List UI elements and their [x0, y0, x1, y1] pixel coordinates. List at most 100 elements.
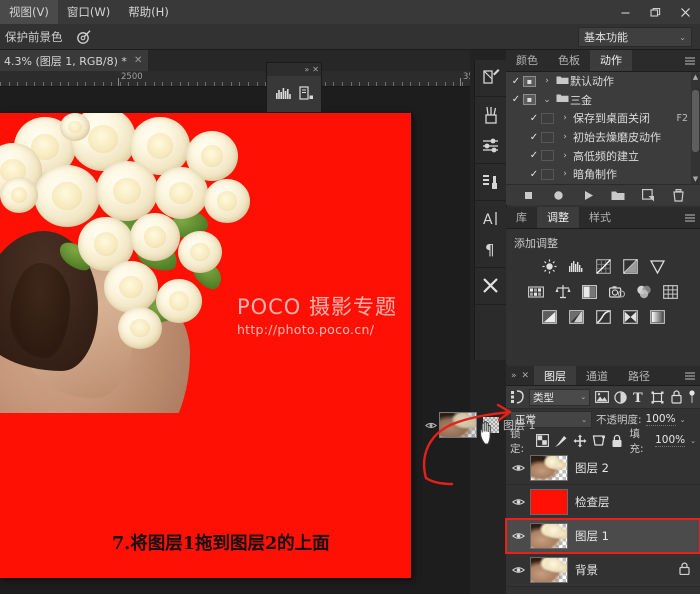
vibrance-icon[interactable]	[647, 257, 668, 276]
action-row[interactable]: ✓›初始去燥磨皮动作	[506, 128, 700, 147]
record-icon[interactable]	[551, 188, 565, 202]
layer-thumbnail[interactable]	[530, 489, 568, 515]
filter-kind-icon[interactable]	[510, 389, 525, 405]
filter-kind-select[interactable]: 类型 ⌄	[529, 389, 590, 406]
threshold-icon[interactable]	[593, 307, 614, 326]
tab-actions[interactable]: 动作	[590, 50, 632, 71]
layer-row[interactable]: 检查层	[506, 485, 700, 519]
black-white-icon[interactable]	[579, 282, 600, 301]
delete-icon[interactable]	[671, 188, 685, 202]
action-row[interactable]: ✓▪⌄三金	[506, 91, 700, 110]
posterize-icon[interactable]	[566, 307, 587, 326]
stop-icon[interactable]	[521, 188, 535, 202]
action-row[interactable]: ✓▪›默认动作	[506, 72, 700, 91]
restore-button[interactable]	[640, 0, 670, 24]
modal-toggle-box[interactable]	[541, 113, 554, 124]
checkmark-icon[interactable]: ✓	[509, 94, 523, 105]
checkmark-icon[interactable]: ✓	[509, 76, 523, 87]
twirl-arrow-icon[interactable]: ›	[557, 113, 573, 123]
twirl-arrow-icon[interactable]: ⌄	[539, 95, 555, 105]
lock-all-icon[interactable]	[611, 434, 623, 448]
filter-pixel-icon[interactable]	[594, 389, 609, 405]
eye-icon[interactable]	[506, 531, 530, 541]
floating-mini-panel[interactable]: » ✕	[266, 62, 322, 112]
actions-list[interactable]: ✓▪›默认动作✓▪⌄三金✓›保存到桌面关闭F2✓›初始去燥磨皮动作✓›高低频的建…	[506, 72, 700, 184]
artboard[interactable]: POCO 摄影专题 http://photo.poco.cn/ 7.将图层1拖到…	[0, 113, 411, 578]
close-icon[interactable]: ✕	[522, 371, 530, 381]
panel-menu-icon[interactable]	[680, 207, 700, 228]
action-row[interactable]: ✓›暗角制作	[506, 165, 700, 184]
eye-icon[interactable]	[506, 463, 530, 473]
tab-adjustments[interactable]: 调整	[537, 207, 579, 228]
menu-help[interactable]: 帮助(H)	[119, 0, 178, 24]
clone-source-icon[interactable]	[478, 169, 504, 195]
tab-swatches[interactable]: 色板	[548, 50, 590, 71]
lock-transparency-icon[interactable]	[536, 434, 549, 448]
modal-toggle-box[interactable]: ▪	[523, 94, 536, 105]
scroll-down-icon[interactable]: ▼	[691, 174, 700, 184]
opacity-value[interactable]: 100%	[646, 413, 676, 426]
curves-icon[interactable]	[593, 257, 614, 276]
filter-smart-icon[interactable]	[669, 389, 684, 405]
checkmark-icon[interactable]: ✓	[527, 132, 541, 143]
layer-list[interactable]: 图层 2 检查层图层 1 背景	[506, 451, 700, 587]
invert-icon[interactable]	[539, 307, 560, 326]
actions-scrollbar[interactable]: ▲▼	[691, 72, 700, 184]
tab-channels[interactable]: 通道	[576, 366, 618, 385]
panel-menu-icon[interactable]	[680, 50, 700, 71]
twirl-arrow-icon[interactable]: ›	[557, 151, 573, 161]
layer-name[interactable]: 图层 2	[575, 460, 609, 476]
channel-mixer-icon[interactable]	[633, 282, 654, 301]
adjustment-brush-icon[interactable]	[478, 65, 504, 91]
layer-row[interactable]: 图层 1	[506, 519, 700, 553]
layer-name[interactable]: 图层 1	[575, 528, 609, 544]
brush-presets-icon[interactable]	[478, 102, 504, 128]
selective-color-icon[interactable]	[620, 307, 641, 326]
tab-library[interactable]: 库	[506, 207, 537, 228]
checkmark-icon[interactable]: ✓	[527, 150, 541, 161]
exposure-icon[interactable]	[620, 257, 641, 276]
layer-row[interactable]: 图层 2	[506, 451, 700, 485]
chevron-down-icon[interactable]: ⌄	[690, 437, 696, 445]
protect-foreground-icon[interactable]	[75, 28, 93, 46]
document-tab[interactable]: 4.3% (图层 1, RGB/8) * ✕	[0, 50, 148, 71]
lock-image-icon[interactable]	[554, 434, 568, 448]
collapse-icon[interactable]: »	[511, 371, 517, 381]
modal-toggle-box[interactable]	[541, 169, 554, 180]
lock-position-icon[interactable]	[573, 434, 587, 448]
layer-name[interactable]: 检查层	[575, 494, 610, 510]
tab-color[interactable]: 颜色	[506, 50, 548, 71]
menu-window[interactable]: 窗口(W)	[58, 0, 119, 24]
tab-styles[interactable]: 样式	[579, 207, 621, 228]
brush-settings-icon[interactable]	[478, 132, 504, 158]
panel-menu-icon[interactable]	[680, 366, 700, 385]
filter-enable-toggle[interactable]	[688, 390, 696, 405]
action-row[interactable]: ✓›保存到桌面关闭F2	[506, 109, 700, 128]
checkmark-icon[interactable]: ✓	[527, 169, 541, 180]
chevron-down-icon[interactable]: ⌄	[680, 416, 686, 424]
minimize-button[interactable]	[610, 0, 640, 24]
eye-icon[interactable]	[506, 565, 530, 575]
hue-saturation-icon[interactable]	[525, 282, 546, 301]
twirl-arrow-icon[interactable]: ›	[539, 76, 555, 86]
eye-icon[interactable]	[506, 497, 530, 507]
close-icon[interactable]: ✕	[134, 55, 142, 66]
tab-paths[interactable]: 路径	[618, 366, 660, 385]
play-icon[interactable]	[581, 188, 595, 202]
layer-thumbnail[interactable]	[530, 523, 568, 549]
filter-adjustment-icon[interactable]	[613, 389, 628, 405]
close-button[interactable]	[670, 0, 700, 24]
scroll-up-icon[interactable]: ▲	[691, 72, 700, 82]
gradient-map-icon[interactable]	[647, 307, 668, 326]
paragraph-icon[interactable]: ¶	[478, 236, 504, 262]
scrollbar-thumb[interactable]	[692, 90, 699, 152]
info-icon[interactable]	[299, 85, 314, 104]
checkmark-icon[interactable]: ✓	[527, 113, 541, 124]
twirl-arrow-icon[interactable]: ›	[557, 132, 573, 142]
collapse-icon[interactable]: »	[304, 65, 309, 74]
action-row[interactable]: ✓›高低频的建立	[506, 146, 700, 165]
filter-shape-icon[interactable]	[650, 389, 665, 405]
canvas-area[interactable]: POCO 摄影专题 http://photo.poco.cn/ 7.将图层1拖到…	[0, 87, 470, 594]
modal-toggle-box[interactable]: ▪	[523, 76, 536, 87]
layer-row[interactable]: 背景	[506, 553, 700, 587]
